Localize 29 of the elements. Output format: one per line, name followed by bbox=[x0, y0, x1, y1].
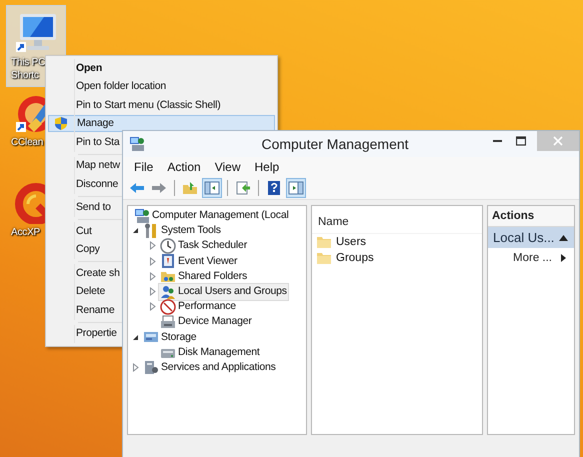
window-title: Computer Management bbox=[260, 136, 410, 152]
menu-item[interactable]: Pin to Start menu (Classic Shell) bbox=[75, 96, 221, 114]
menu-item[interactable]: Rename bbox=[75, 302, 114, 319]
menu-item[interactable]: Pin to Sta bbox=[75, 134, 120, 151]
menu-bar-item[interactable]: View bbox=[208, 160, 248, 174]
tree-item[interactable]: Local Users and Groups bbox=[158, 282, 289, 301]
menu-item[interactable]: Disconne bbox=[75, 176, 118, 193]
actions-section[interactable]: Local Us... bbox=[488, 227, 574, 248]
menu-item[interactable]: Delete bbox=[75, 283, 106, 300]
icon-label: AccXP bbox=[10, 226, 40, 239]
more-link[interactable]: More ... bbox=[488, 248, 574, 268]
menu-item[interactable]: Open bbox=[75, 60, 102, 77]
menu-item[interactable]: Send to bbox=[75, 199, 111, 216]
icon-label: This PC bbox=[10, 56, 46, 69]
pane-header: Actions bbox=[488, 206, 574, 227]
menu-item[interactable]: Create sh bbox=[75, 264, 120, 282]
menu-bar-item[interactable]: Action bbox=[160, 160, 208, 174]
menu-item[interactable]: Cut bbox=[75, 222, 92, 240]
icon-label: Shortc bbox=[10, 69, 39, 82]
list-item[interactable]: Users bbox=[312, 234, 370, 250]
list-item[interactable]: Groups bbox=[312, 250, 378, 266]
column-header[interactable]: Name bbox=[318, 216, 349, 228]
menu-item[interactable]: Map netw bbox=[75, 157, 120, 174]
menu-item[interactable]: Open folder location bbox=[75, 78, 166, 96]
menu-bar-item[interactable]: Help bbox=[248, 160, 286, 174]
menu-bar-item[interactable]: File bbox=[127, 160, 160, 174]
menu-item[interactable]: Copy bbox=[75, 241, 100, 258]
icon-label: CClean bbox=[10, 136, 44, 149]
menu-item[interactable]: Propertie bbox=[75, 325, 117, 342]
